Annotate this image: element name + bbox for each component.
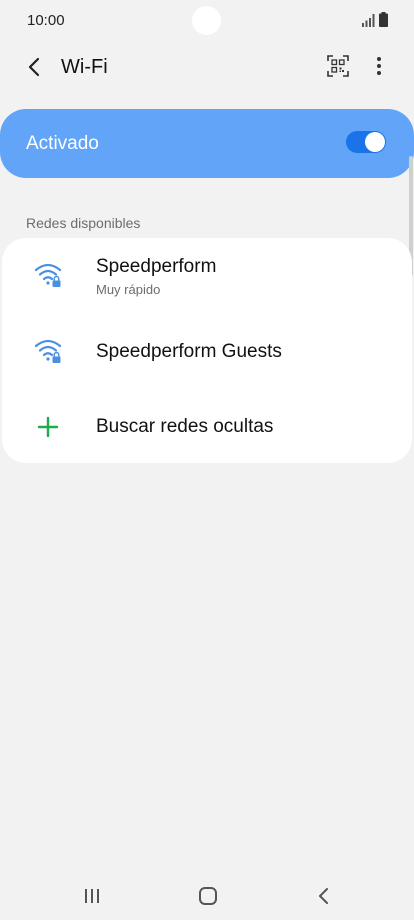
- more-options-icon[interactable]: [367, 54, 391, 78]
- navigation-bar: [0, 872, 414, 920]
- wifi-locked-icon: [34, 339, 62, 363]
- battery-icon: [379, 12, 388, 27]
- signal-icon: [362, 14, 375, 27]
- wifi-master-toggle[interactable]: Activado: [0, 109, 414, 178]
- status-bar: 10:00: [0, 0, 414, 42]
- search-hidden-networks-label: Buscar redes ocultas: [96, 416, 274, 437]
- recent-apps-icon[interactable]: [82, 886, 102, 906]
- available-networks-header: Redes disponibles: [26, 215, 141, 231]
- network-item-speedperform[interactable]: Speedperform Muy rápido: [2, 238, 412, 310]
- network-name: Speedperform Guests: [96, 341, 282, 362]
- home-icon[interactable]: [197, 885, 219, 907]
- wifi-settings-screen: 10:00 Wi-Fi Activado Redes disponibles S…: [0, 0, 414, 920]
- camera-cutout: [192, 6, 221, 35]
- network-speed: Muy rápido: [96, 282, 161, 297]
- switch-knob: [365, 132, 385, 152]
- network-name: Speedperform: [96, 256, 217, 277]
- nav-back-icon[interactable]: [314, 885, 334, 907]
- wifi-locked-icon: [34, 263, 62, 287]
- wifi-toggle-label: Activado: [26, 133, 99, 154]
- plus-icon: [37, 416, 59, 438]
- wifi-switch[interactable]: [346, 131, 386, 153]
- search-hidden-networks[interactable]: Buscar redes ocultas: [2, 390, 412, 460]
- network-item-speedperform-guests[interactable]: Speedperform Guests: [2, 316, 412, 388]
- status-time: 10:00: [27, 12, 65, 29]
- network-list: Speedperform Muy rápido Speedperform Gue…: [2, 238, 412, 463]
- app-bar: Wi-Fi: [0, 44, 414, 90]
- qr-code-scan-icon[interactable]: [326, 54, 350, 78]
- back-icon[interactable]: [22, 54, 48, 80]
- page-title: Wi-Fi: [61, 56, 108, 78]
